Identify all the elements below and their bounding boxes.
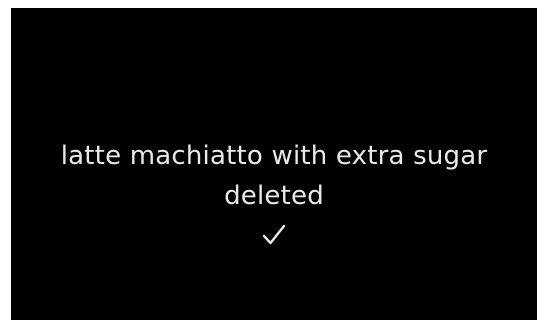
status-text: deleted <box>224 181 324 211</box>
item-name-text: latte machiatto with extra sugar <box>60 141 488 171</box>
confirmation-message: latte machiatto with extra sugar deleted <box>61 136 488 216</box>
confirmation-screen: latte machiatto with extra sugar deleted <box>11 8 537 320</box>
checkmark-icon <box>262 224 286 246</box>
